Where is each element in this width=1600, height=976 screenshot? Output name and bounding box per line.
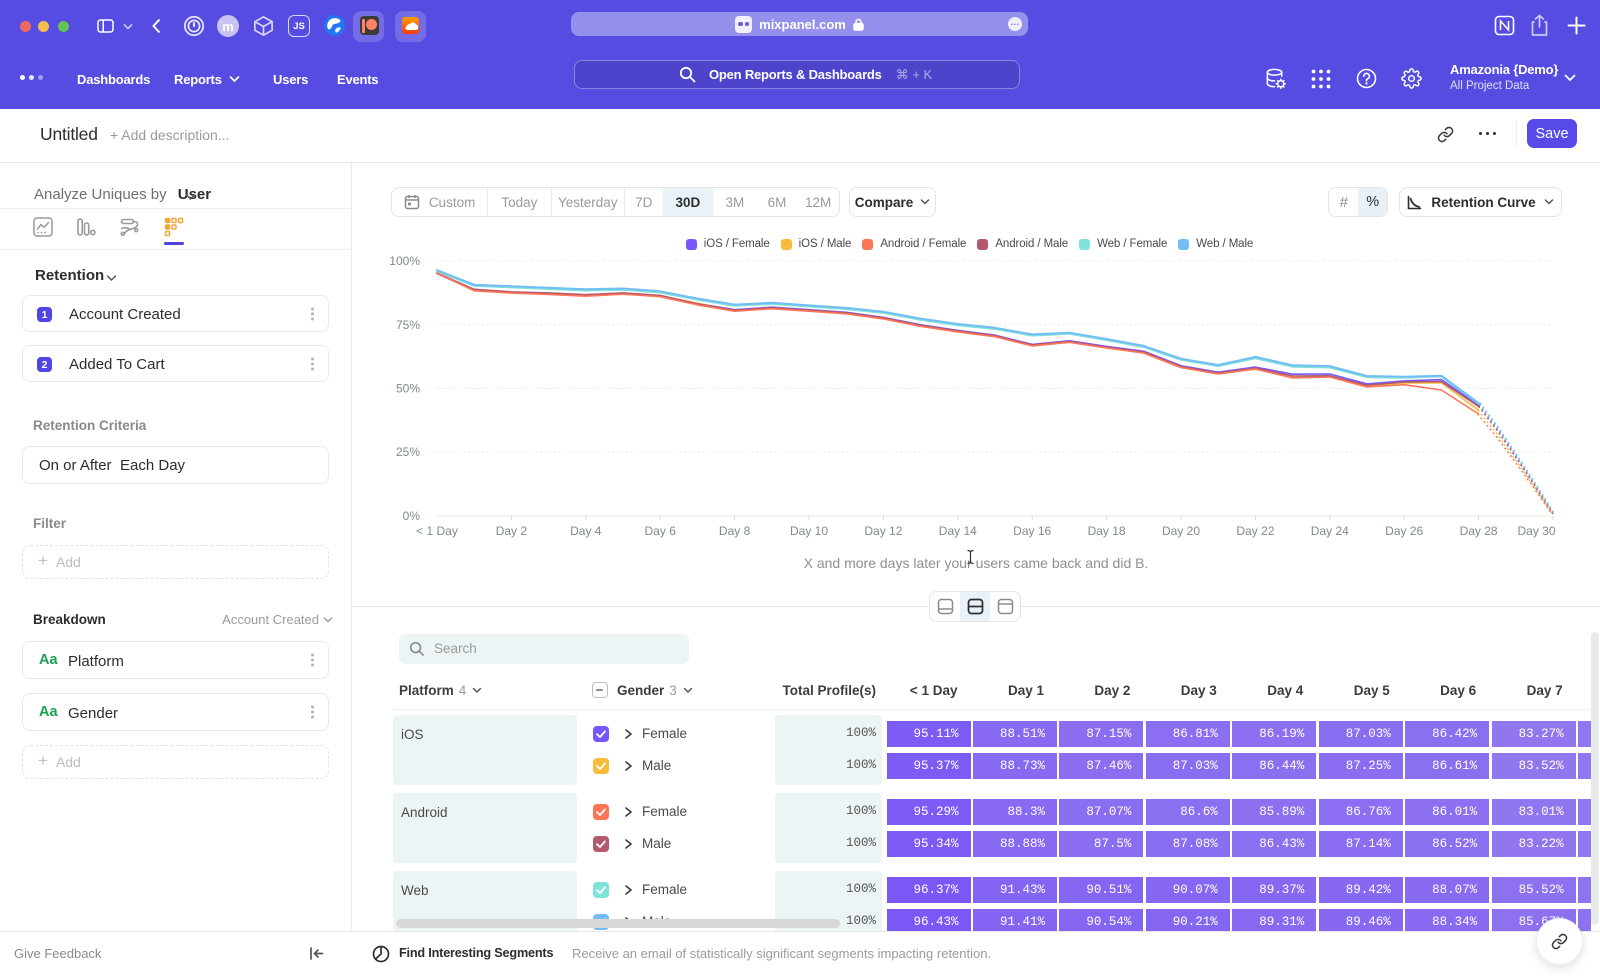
svg-text:Day 4: Day 4 — [570, 524, 602, 538]
svg-text:Day 10: Day 10 — [790, 524, 828, 538]
svg-text:25%: 25% — [396, 445, 420, 459]
svg-text:Day 12: Day 12 — [864, 524, 902, 538]
svg-text:Day 16: Day 16 — [1013, 524, 1051, 538]
svg-text:100%: 100% — [389, 254, 420, 268]
svg-text:Day 2: Day 2 — [496, 524, 528, 538]
svg-text:Day 18: Day 18 — [1088, 524, 1126, 538]
svg-text:Day 26: Day 26 — [1385, 524, 1423, 538]
svg-text:Day 30: Day 30 — [1517, 524, 1555, 538]
svg-text:Day 14: Day 14 — [939, 524, 977, 538]
svg-text:75%: 75% — [396, 318, 420, 332]
svg-text:< 1 Day: < 1 Day — [416, 524, 458, 538]
svg-text:0%: 0% — [403, 509, 421, 523]
svg-text:Day 8: Day 8 — [719, 524, 751, 538]
svg-text:Day 20: Day 20 — [1162, 524, 1200, 538]
svg-text:50%: 50% — [396, 382, 420, 396]
svg-text:Day 6: Day 6 — [645, 524, 677, 538]
svg-text:Day 28: Day 28 — [1460, 524, 1498, 538]
svg-text:Day 24: Day 24 — [1311, 524, 1349, 538]
svg-text:Day 22: Day 22 — [1236, 524, 1274, 538]
